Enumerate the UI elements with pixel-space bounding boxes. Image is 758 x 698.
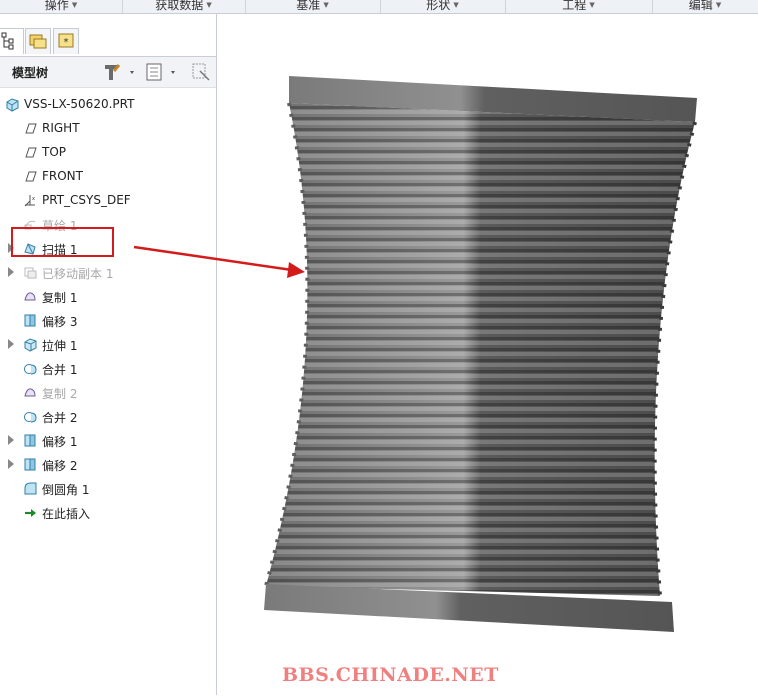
tree-item-label: FRONT	[42, 169, 83, 183]
offset-icon	[24, 434, 36, 447]
copy-icon	[24, 292, 36, 301]
ribbon-group-label: 基准	[296, 0, 321, 12]
navigator-tabs: *	[0, 26, 216, 56]
folder-browser-tab-icon	[29, 34, 47, 49]
tree-item-label: RIGHT	[42, 121, 80, 135]
chevron-down-icon: ▼	[453, 1, 459, 9]
expand-arrow-icon[interactable]	[8, 267, 14, 277]
expand-arrow-icon[interactable]	[8, 339, 14, 349]
model-tree-tab[interactable]	[0, 28, 24, 54]
model-3d-view	[264, 76, 697, 632]
svg-text:x: x	[32, 196, 35, 202]
tree-item[interactable]: 已移动副本 1	[0, 260, 216, 284]
ribbon-group-edit[interactable]: 编辑 ▼	[652, 0, 758, 13]
tree-item-label: 倒圆角 1	[42, 483, 90, 497]
favorites-tab[interactable]: *	[53, 28, 79, 54]
chevron-down-icon: ▼	[71, 1, 78, 9]
graphics-viewport[interactable]	[217, 14, 758, 695]
tree-item[interactable]: 在此插入	[0, 500, 216, 524]
tree-item[interactable]: 拉伸 1	[0, 332, 216, 356]
tree-item-label: 在此插入	[42, 507, 91, 521]
ribbon-group-datum[interactable]: 基准 ▼	[245, 0, 381, 13]
chevron-down-icon: ▼	[715, 1, 722, 9]
ribbon-group-shapes[interactable]: 形状 ▼	[380, 0, 506, 13]
tree-item[interactable]: 倒圆角 1	[0, 476, 216, 500]
tree-item-label: 复制 2	[42, 387, 78, 401]
copy-icon	[24, 388, 36, 397]
folder-browser-tab[interactable]	[25, 28, 51, 54]
tree-item[interactable]: VSS-LX-50620.PRT	[0, 92, 216, 116]
show-options-icon[interactable]	[145, 61, 183, 83]
merge-icon	[24, 364, 37, 375]
tree-item[interactable]: FRONT	[0, 164, 216, 188]
tree-item[interactable]: TOP	[0, 140, 216, 164]
offset-icon	[24, 314, 36, 327]
model-tree-title: 模型树	[12, 66, 49, 80]
moved-copy-icon	[24, 267, 37, 279]
ribbon-group-label: 工程	[562, 0, 587, 12]
part-icon	[6, 98, 19, 112]
tree-item-label: 合并 1	[42, 363, 78, 377]
ribbon-group-get-data[interactable]: 获取数据 ▼	[122, 0, 246, 13]
tree-item-label: 合并 2	[42, 411, 78, 425]
tree-item[interactable]: 偏移 3	[0, 308, 216, 332]
navigator-panel: * 模型树 VSS-LX-50620.PRT RIGHT TOP FRONT x PRT_…	[0, 14, 217, 695]
ribbon-group-operations[interactable]: 操作 ▼	[0, 0, 123, 13]
expand-arrow-icon[interactable]	[8, 435, 14, 445]
tree-item-label: 已移动副本 1	[42, 267, 114, 281]
model-tree-tab-icon	[1, 32, 14, 50]
ribbon-group-engineering[interactable]: 工程 ▼	[505, 0, 653, 13]
datum-plane-icon	[25, 147, 37, 158]
merge-icon	[24, 412, 37, 423]
tree-item-label: 偏移 2	[42, 459, 78, 473]
expand-arrow-icon[interactable]	[8, 459, 14, 469]
model-tree-header: 模型树	[0, 56, 216, 88]
highlight-box	[11, 227, 114, 257]
coordinate-system-icon: x	[24, 195, 35, 207]
tree-item[interactable]: 复制 2	[0, 380, 216, 404]
extrude-icon	[24, 338, 37, 352]
tree-item[interactable]: x PRT_CSYS_DEF	[0, 188, 216, 212]
tree-item-label: PRT_CSYS_DEF	[42, 193, 131, 207]
filter-icon[interactable]	[190, 61, 212, 83]
ribbon-group-label: 操作	[44, 0, 69, 12]
insert-here-icon	[25, 509, 36, 517]
ribbon-group-bar: 操作 ▼ 获取数据 ▼ 基准 ▼ 形状 ▼ 工程 ▼ 编辑 ▼	[0, 0, 758, 14]
tree-item[interactable]: 合并 2	[0, 404, 216, 428]
chevron-down-icon: ▼	[589, 1, 595, 9]
round-icon	[24, 482, 37, 495]
tree-item[interactable]: 偏移 2	[0, 452, 216, 476]
ribbon-group-label: 编辑	[688, 0, 713, 12]
favorites-tab-icon: *	[58, 33, 74, 48]
ribbon-group-label: 形状	[426, 0, 451, 12]
tree-item-label: VSS-LX-50620.PRT	[24, 97, 135, 111]
datum-plane-icon	[25, 171, 37, 182]
watermark: BBS.CHINADE.NET	[282, 664, 499, 686]
tree-item-label: TOP	[42, 145, 67, 159]
chevron-down-icon: ▼	[323, 1, 329, 9]
tree-item-label: 复制 1	[42, 291, 78, 305]
ribbon-group-label: 获取数据	[155, 0, 204, 12]
offset-icon	[24, 458, 36, 471]
svg-text:*: *	[64, 37, 69, 48]
tree-item-label: 偏移 1	[42, 435, 78, 449]
tree-item[interactable]: RIGHT	[0, 116, 216, 140]
tree-item[interactable]: 偏移 1	[0, 428, 216, 452]
tree-item-label: 偏移 3	[42, 315, 78, 329]
settings-tools-icon[interactable]	[101, 61, 139, 83]
tree-item-label: 拉伸 1	[42, 339, 78, 353]
tree-item[interactable]: 复制 1	[0, 284, 216, 308]
tree-item[interactable]: 合并 1	[0, 356, 216, 380]
datum-plane-icon	[25, 123, 37, 134]
chevron-down-icon: ▼	[206, 1, 212, 9]
